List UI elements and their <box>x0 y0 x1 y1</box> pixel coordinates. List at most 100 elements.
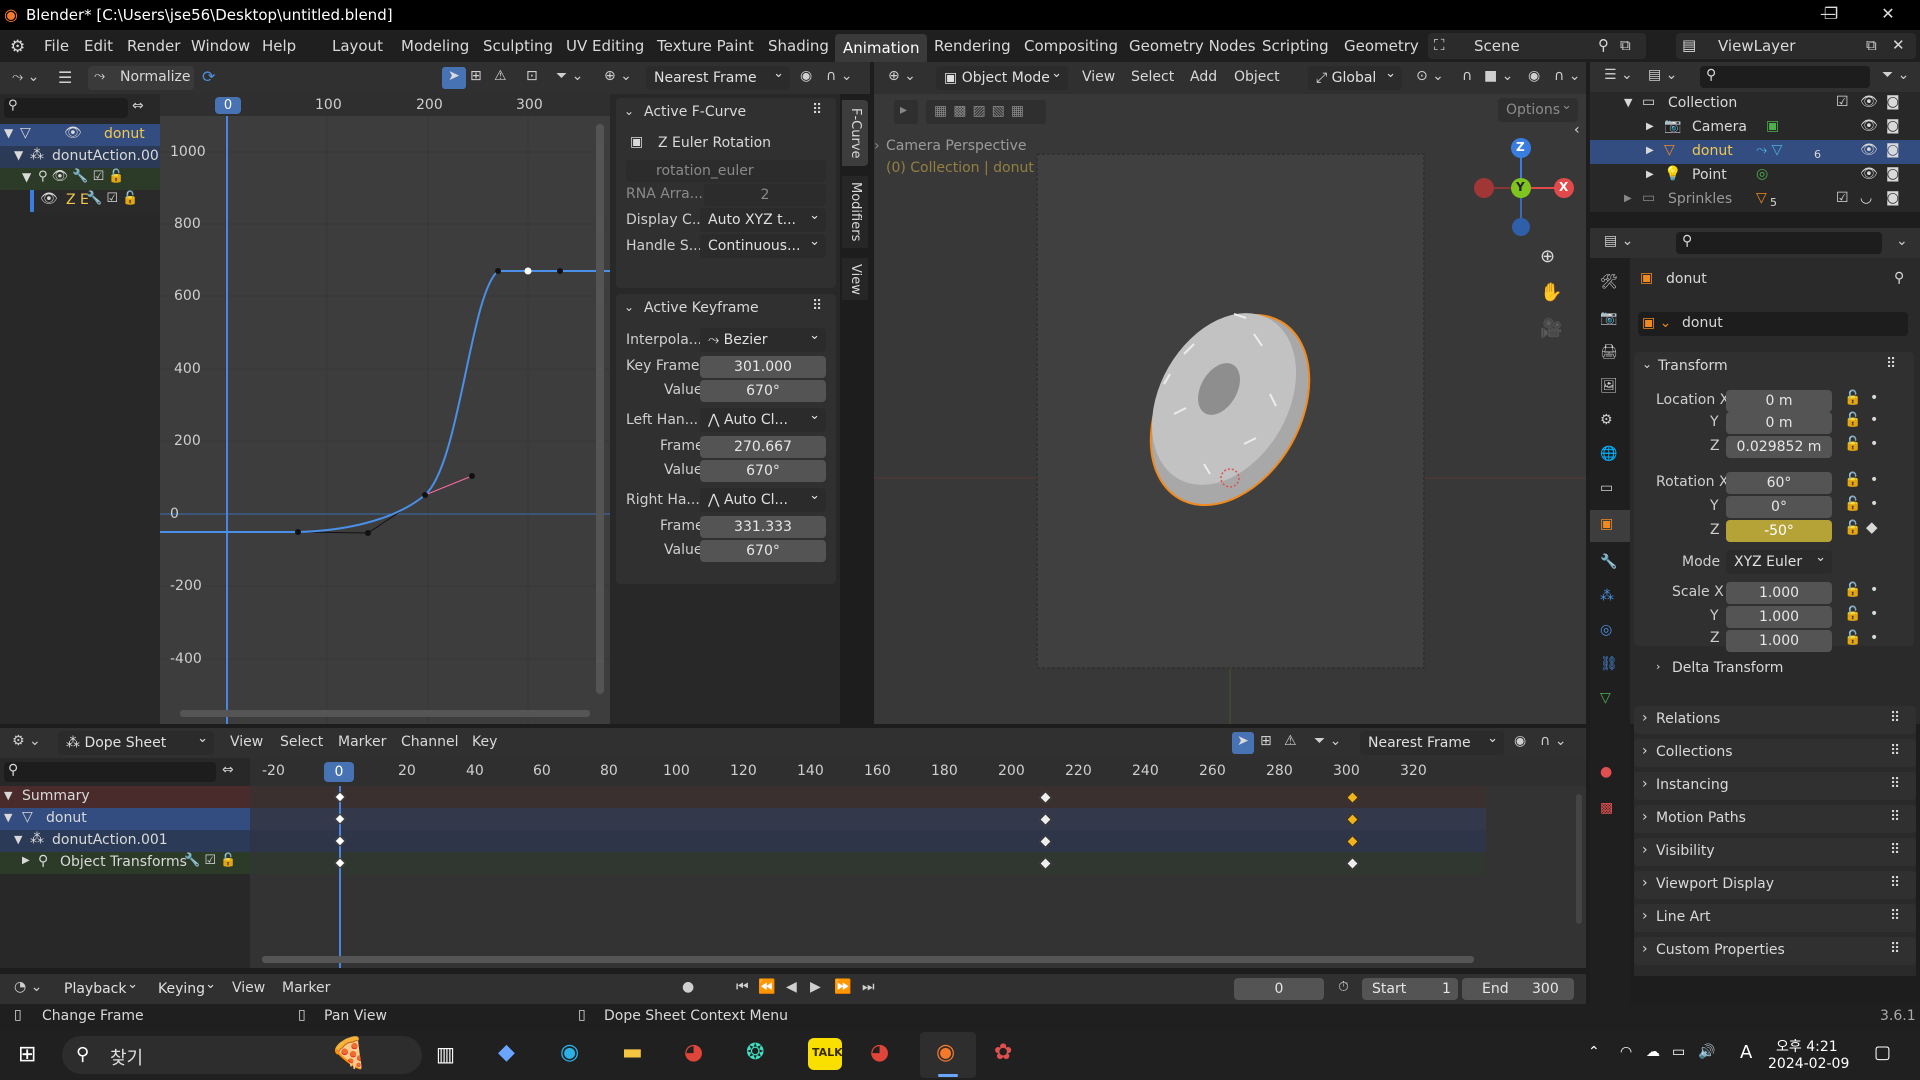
location-x-field[interactable]: 0 m <box>1726 390 1832 412</box>
expand-icon[interactable]: ▼ <box>4 811 12 824</box>
expand-icon[interactable]: ▼ <box>4 789 12 802</box>
tray-chevron-icon[interactable]: ⌃ <box>1588 1044 1600 1060</box>
collection-tab-icon[interactable]: ▭ <box>1600 480 1613 496</box>
menu-render[interactable]: Render <box>127 37 180 55</box>
ime-indicator[interactable]: A <box>1740 1042 1752 1063</box>
section-instancing[interactable]: › Instancing ⠿ <box>1634 772 1916 800</box>
play-icon[interactable]: ▶ <box>810 979 821 995</box>
filter-icon[interactable]: ⏷ ⌄ <box>1882 67 1909 83</box>
left-frame-field[interactable]: 270.667 <box>700 436 826 458</box>
menu-view[interactable]: View <box>232 980 265 996</box>
scale-z-field[interactable]: 1.000 <box>1726 630 1832 652</box>
stopwatch-icon[interactable]: ⏱ <box>1338 979 1349 995</box>
warning-icon[interactable]: ⚠ <box>1284 733 1297 749</box>
hamburger-menu-icon[interactable]: ☰ <box>58 68 72 87</box>
keyframe-dot-icon[interactable]: • <box>1870 390 1878 406</box>
rna-index-field[interactable]: 2 <box>704 184 826 206</box>
channel-row-action[interactable]: ▼ ⁂ donutAction.001 <box>0 146 168 168</box>
menu-edit[interactable]: Edit <box>84 37 113 55</box>
pivot-icon[interactable]: ⊕ ⌄ <box>604 68 632 84</box>
outliner-row-camera[interactable]: ▶ 📷 Camera ▣ 👁 ◙ <box>1590 116 1920 140</box>
rotation-x-field[interactable]: 60° <box>1726 472 1832 494</box>
particles-tab-icon[interactable]: ⁂ <box>1600 588 1614 604</box>
expand-icon[interactable]: ▼ <box>14 148 23 162</box>
menu-channel[interactable]: Channel <box>401 734 458 750</box>
expand-icon[interactable]: ▼ <box>14 833 22 846</box>
right-value-field[interactable]: 670° <box>700 540 826 562</box>
pin-icon[interactable]: ⚲ <box>1894 270 1904 286</box>
tab-animation[interactable]: Animation <box>835 34 928 62</box>
output-tab-icon[interactable]: 🖨 <box>1600 344 1618 360</box>
record-icon[interactable]: ● <box>682 979 694 995</box>
menu-add[interactable]: Add <box>1190 69 1217 85</box>
box-select-icon[interactable]: ⊞ <box>1260 733 1272 749</box>
section-visibility[interactable]: › Visibility ⠿ <box>1634 838 1916 866</box>
lock-icon[interactable]: 🔓 <box>1844 390 1861 406</box>
battery-icon[interactable]: ▭ <box>1672 1044 1685 1060</box>
modifier-tab-icon[interactable]: 🔧 <box>1600 554 1617 570</box>
keyframe-dot-icon[interactable]: • <box>1870 436 1878 452</box>
collapse-icon[interactable]: ⌄ <box>624 104 634 118</box>
select-tool-button[interactable]: ➤ <box>1232 732 1254 754</box>
chrome-icon[interactable]: ◕ <box>684 1040 703 1065</box>
section-motion-paths[interactable]: › Motion Paths ⠿ <box>1634 805 1916 833</box>
swap-icon[interactable]: ⇔ <box>222 762 234 778</box>
eye-icon[interactable]: 👁 <box>1860 142 1878 158</box>
menu-object[interactable]: Object <box>1234 69 1280 85</box>
ds-channel-summary[interactable]: ▼ Summary <box>0 786 250 808</box>
drag-handle-icon[interactable]: ⠿ <box>812 298 822 314</box>
taskbar-time[interactable]: 오후 4:21 <box>1776 1036 1838 1056</box>
tab-geometry[interactable]: Geometry <box>1344 37 1419 55</box>
section-collections[interactable]: › Collections ⠿ <box>1634 739 1916 767</box>
right-frame-field[interactable]: 331.333 <box>700 516 826 538</box>
lock-icon[interactable]: 🔓 <box>1844 436 1861 452</box>
jump-keyframe-forward-icon[interactable]: ⏩ <box>834 979 851 995</box>
display-color-dropdown[interactable]: Auto XYZ t... <box>700 204 826 232</box>
object-name-field[interactable]: ▣ ⌄ donut <box>1638 312 1908 336</box>
menu-key[interactable]: Key <box>472 734 497 750</box>
right-handle-dropdown[interactable]: ⋀ Auto Cl... <box>700 484 826 512</box>
edge-icon[interactable]: ◉ <box>560 1040 579 1065</box>
notification-icon[interactable]: ▢ <box>1874 1042 1891 1063</box>
tab-geometry-nodes[interactable]: Geometry Nodes <box>1129 37 1256 55</box>
ds-channel-transforms[interactable]: ▶ ⚲ Object Transforms 🔧 ☑ 🔓 <box>0 852 250 874</box>
task-view-icon[interactable]: ▥ <box>436 1042 455 1066</box>
channel-row-group[interactable]: ▼ ⚲ 👁 🔧 ☑ 🔓 <box>0 168 160 190</box>
material-tab-icon[interactable]: ● <box>1600 764 1612 780</box>
falloff-icon[interactable]: ∩ ⌄ <box>1540 733 1566 749</box>
render-tab-icon[interactable]: 📷 <box>1600 310 1617 326</box>
close-button[interactable]: ✕ <box>1868 4 1908 23</box>
left-value-field[interactable]: 670° <box>700 460 826 482</box>
tab-modeling[interactable]: Modeling <box>401 37 469 55</box>
lock-icon[interactable]: 🔓 <box>1844 606 1861 622</box>
wifi-icon[interactable]: ◠ <box>1620 1044 1632 1060</box>
view-layer-tab-icon[interactable]: 🖼 <box>1600 378 1618 394</box>
outliner-row-point[interactable]: ▶ 💡 Point ◎ 👁 ◙ <box>1590 164 1920 188</box>
falloff-icon[interactable]: ∩ ⌄ <box>826 68 852 84</box>
menu-file[interactable]: File <box>44 37 69 55</box>
collapse-icon[interactable]: ⌄ <box>1642 357 1652 371</box>
jump-keyframe-back-icon[interactable]: ⏪ <box>758 979 775 995</box>
location-z-field[interactable]: 0.029852 m <box>1726 436 1832 458</box>
outliner-search-input[interactable]: ⚲ <box>1700 66 1870 88</box>
falloff-icon[interactable]: ∩ ⌄ <box>1554 68 1580 84</box>
viewlayer-selector[interactable]: ▤ ViewLayer ⧉ ✕ <box>1676 33 1916 59</box>
expand-icon[interactable]: ▼ <box>22 170 31 184</box>
camera-render-icon[interactable]: ◙ <box>1886 166 1900 182</box>
scene-tab-icon[interactable]: ⚙ <box>1600 412 1613 428</box>
expand-icon[interactable]: ▶ <box>1624 193 1632 204</box>
channel-row-z-euler[interactable]: 👁 Z E 🔧 ☑ 🔓 <box>30 190 160 212</box>
tab-scripting[interactable]: Scripting <box>1262 37 1329 55</box>
scale-x-field[interactable]: 1.000 <box>1726 582 1832 604</box>
editor-type-icon[interactable]: ⚙ ⌄ <box>12 733 41 749</box>
panel-title[interactable]: Active Keyframe <box>644 300 759 316</box>
camera-render-icon[interactable]: ◙ <box>1886 118 1900 134</box>
select-tool-button[interactable]: ➤ <box>442 67 466 89</box>
tab-fcurve[interactable]: F-Curve <box>842 100 868 166</box>
proportional-icon[interactable]: ◉ <box>1514 733 1526 749</box>
scale-y-field[interactable]: 1.000 <box>1726 606 1832 628</box>
tab-rendering[interactable]: Rendering <box>934 37 1011 55</box>
panel-title[interactable]: Transform <box>1658 358 1728 374</box>
blender-menu-icon[interactable]: ⚙ <box>10 37 25 57</box>
zoom-icon[interactable]: ⊕ <box>1540 246 1555 267</box>
